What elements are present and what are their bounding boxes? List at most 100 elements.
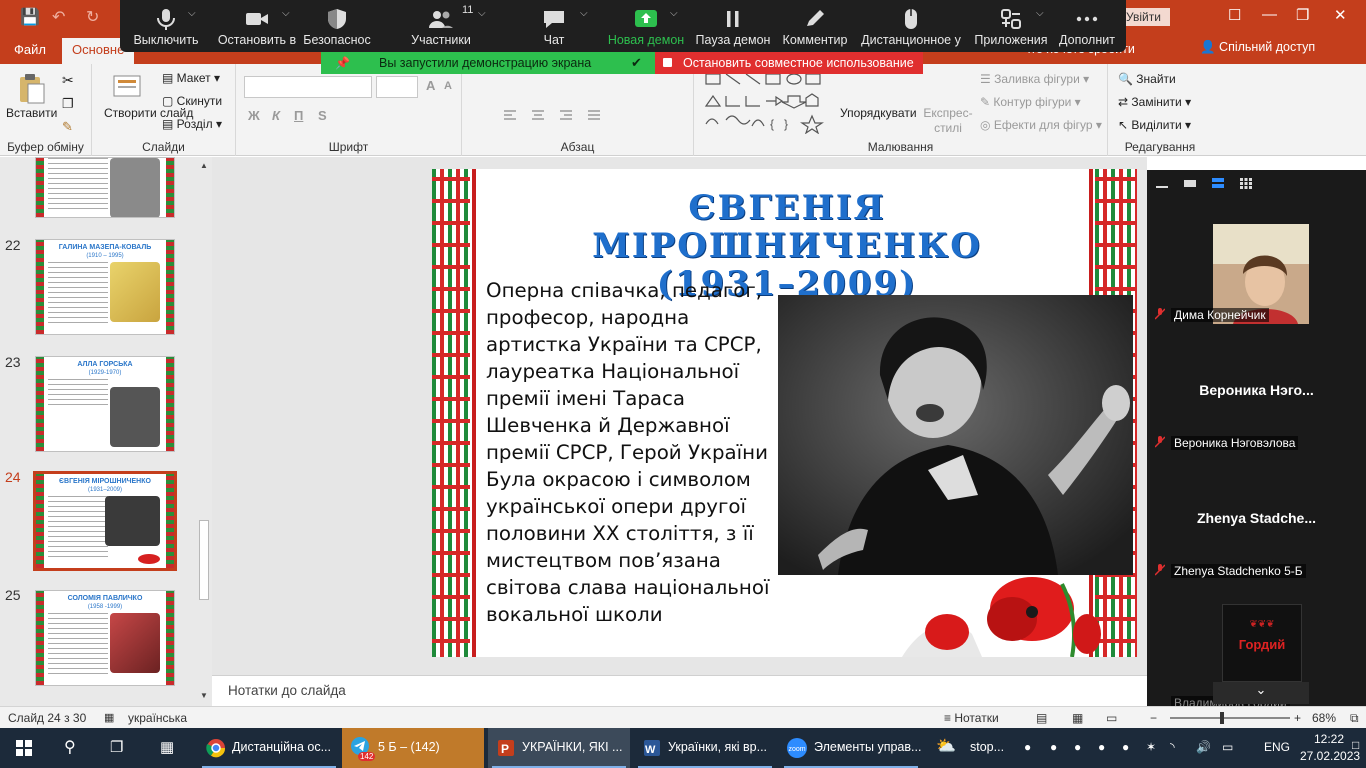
singer-photo[interactable] — [778, 295, 1133, 575]
microphone-tray-icon[interactable]: ● — [1050, 740, 1057, 754]
bluetooth-icon[interactable]: ✶ — [1146, 740, 1156, 754]
new-share-button[interactable]: ⌵ Новая демон — [606, 0, 686, 52]
copy-icon[interactable]: ❐ — [62, 96, 74, 112]
chevron-down-icon[interactable]: ⌵ — [580, 8, 588, 19]
taskbar-app-chrome[interactable]: Дистанційна ос... — [198, 728, 340, 768]
font-name-combo[interactable] — [244, 76, 372, 98]
mute-button[interactable]: ⌵ Выключить — [120, 0, 212, 52]
fit-slide-icon[interactable]: ⧉ — [1350, 711, 1359, 726]
security-button[interactable]: Безопаснос — [302, 0, 372, 52]
volume-icon[interactable]: 🔊 — [1196, 740, 1211, 754]
signin-button[interactable]: Увійти — [1120, 8, 1170, 26]
taskbar-app-powerpoint[interactable]: P УКРАЇНКИ, ЯКІ ... — [488, 728, 630, 768]
slide-thumbnail[interactable]: АЛЛА ГОРСЬКА (1929-1970) — [35, 356, 175, 452]
arrange-button[interactable]: Упорядкувати — [840, 106, 917, 120]
pin-icon[interactable]: 📌 — [335, 56, 350, 70]
notes-toggle[interactable]: ≡ Нотатки — [944, 711, 999, 725]
windows-start-icon[interactable] — [16, 740, 32, 756]
section-button[interactable]: ▤ Розділ ▾ — [162, 117, 222, 131]
tab-file[interactable]: Файл — [14, 42, 46, 57]
browser-tray-icon[interactable]: ● — [1122, 740, 1129, 754]
format-painter-icon[interactable]: ✎ — [62, 119, 73, 135]
taskbar-app-telegram[interactable]: 142 5 Б – (142) — [342, 728, 484, 768]
thumbnails-scrollbar[interactable]: ▲ ▼ — [196, 157, 212, 706]
slide-thumbnail[interactable]: ГАЛИНА МАЗЕПА-КОВАЛЬ (1910 – 1995) — [35, 239, 175, 335]
annotate-button[interactable]: Комментир — [774, 0, 856, 52]
slide-thumbnail-selected[interactable]: ЄВГЕНІЯ МІРОШНИЧЕНКО (1931–2009) — [33, 471, 177, 571]
reset-button[interactable]: ▢ Скинути — [162, 94, 222, 108]
zoom-slider[interactable] — [1170, 712, 1290, 724]
italic-button[interactable]: К — [272, 108, 280, 123]
zoom-out-icon[interactable]: − — [1150, 711, 1157, 725]
layout-button[interactable]: ▤ Макет ▾ — [162, 71, 220, 85]
close-icon[interactable]: ✕ — [1334, 6, 1347, 24]
current-slide[interactable]: ЄВГЕНІЯ МІРОШНИЧЕНКО (1931–2009) Оперна … — [432, 169, 1137, 657]
spellcheck-icon[interactable]: ▦ — [104, 711, 114, 724]
share-button[interactable]: 👤 Спільний доступ — [1200, 40, 1315, 55]
align-buttons-icon[interactable] — [502, 108, 622, 122]
slide-thumbnail[interactable]: СОЛОМІЯ ПАВЛИЧКО (1958 -1999) — [35, 590, 175, 686]
zoom-slider-knob[interactable] — [1220, 712, 1224, 724]
chevron-down-icon[interactable]: ⌵ — [478, 8, 486, 19]
taskbar-weather[interactable]: ⛅ stop... — [930, 728, 1014, 768]
scroll-down-button[interactable]: ⌄ — [1213, 682, 1309, 704]
app-tray-icon[interactable]: ● — [1098, 740, 1105, 754]
notifications-icon[interactable]: □ — [1352, 738, 1359, 752]
apps-button[interactable]: ⌵ Приложения — [968, 0, 1054, 52]
taskbar-app-word[interactable]: W Українки, які вр... — [634, 728, 776, 768]
cut-icon[interactable]: ✂ — [62, 72, 74, 89]
shape-outline-button[interactable]: ✎ Контур фігури ▾ — [980, 95, 1081, 109]
stop-video-button[interactable]: ⌵ Остановить в — [212, 0, 302, 52]
notes-pane[interactable]: Нотатки до слайда — [212, 675, 1147, 706]
reading-view-icon[interactable]: ▭ — [1106, 711, 1117, 725]
pause-share-button[interactable]: Пауза демон — [692, 0, 774, 52]
ribbon-display-icon[interactable]: ☐ — [1228, 6, 1241, 24]
shape-effects-button[interactable]: ◎ Ефекти для фігур ▾ — [980, 118, 1102, 132]
grow-font-icon[interactable]: A — [426, 78, 435, 93]
find-button[interactable]: 🔍 Знайти — [1118, 72, 1176, 86]
new-slide-icon[interactable] — [112, 70, 142, 102]
shapes-gallery-icon[interactable]: {} — [702, 70, 832, 134]
scroll-up-icon[interactable]: ▲ — [200, 161, 208, 170]
select-button[interactable]: ↖ Виділити ▾ — [1118, 118, 1191, 132]
participants-button[interactable]: 11 ⌵ Участники — [392, 0, 490, 52]
redo-icon[interactable]: ↻ — [86, 7, 99, 27]
chevron-down-icon[interactable]: ⌵ — [282, 8, 290, 19]
remote-control-button[interactable]: Дистанционное у — [856, 0, 966, 52]
paste-button[interactable]: Вставити — [6, 106, 57, 120]
replace-button[interactable]: ⇄ Замінити ▾ — [1118, 95, 1191, 109]
scrollbar-thumb[interactable] — [199, 520, 209, 600]
slide-body-text[interactable]: Оперна співачка, педагог, професор, наро… — [486, 277, 786, 628]
wifi-icon[interactable]: ◝ — [1170, 740, 1175, 754]
speaker-view-icon[interactable] — [1183, 177, 1197, 189]
undo-icon[interactable]: ↶ — [52, 7, 65, 27]
participant-tile[interactable]: Дима Корнейчик — [1147, 198, 1366, 326]
input-language[interactable]: ENG — [1264, 740, 1290, 754]
taskbar-app-zoom[interactable]: zoom Элементы управ... — [780, 728, 922, 768]
zoom-tray-icon[interactable]: ● — [1074, 740, 1081, 754]
zoom-in-icon[interactable]: + — [1294, 711, 1301, 725]
language-indicator[interactable]: українська — [128, 711, 187, 725]
font-size-combo[interactable] — [376, 76, 418, 98]
network-status-icon[interactable]: ● — [1024, 740, 1031, 754]
strikethrough-button[interactable]: S — [318, 108, 327, 123]
shrink-font-icon[interactable]: A — [444, 80, 452, 92]
paste-icon[interactable] — [16, 72, 46, 104]
battery-icon[interactable]: ▭ — [1222, 740, 1233, 754]
task-view-icon[interactable]: ❐ — [110, 738, 123, 756]
scroll-down-icon[interactable]: ▼ — [200, 691, 208, 700]
slide-thumbnail[interactable] — [35, 157, 175, 218]
minimize-icon[interactable]: — — [1262, 6, 1277, 23]
chat-button[interactable]: ⌵ Чат — [520, 0, 588, 52]
participant-tile[interactable]: Zhenya Stadche... Zhenya Stadchenko 5-Б — [1147, 454, 1366, 582]
chevron-down-icon[interactable]: ⌵ — [188, 8, 196, 19]
calculator-icon[interactable]: ▦ — [160, 738, 174, 756]
search-icon[interactable]: ⚲ — [64, 737, 76, 757]
underline-button[interactable]: П — [294, 108, 303, 123]
minimize-view-icon[interactable] — [1155, 177, 1169, 189]
zoom-level[interactable]: 68% — [1312, 711, 1336, 725]
shape-fill-button[interactable]: ☰ Заливка фігури ▾ — [980, 72, 1089, 86]
maximize-icon[interactable]: ❐ — [1296, 6, 1309, 24]
chevron-down-icon[interactable]: ⌵ — [670, 8, 678, 19]
gallery-view-icon[interactable] — [1239, 177, 1253, 189]
